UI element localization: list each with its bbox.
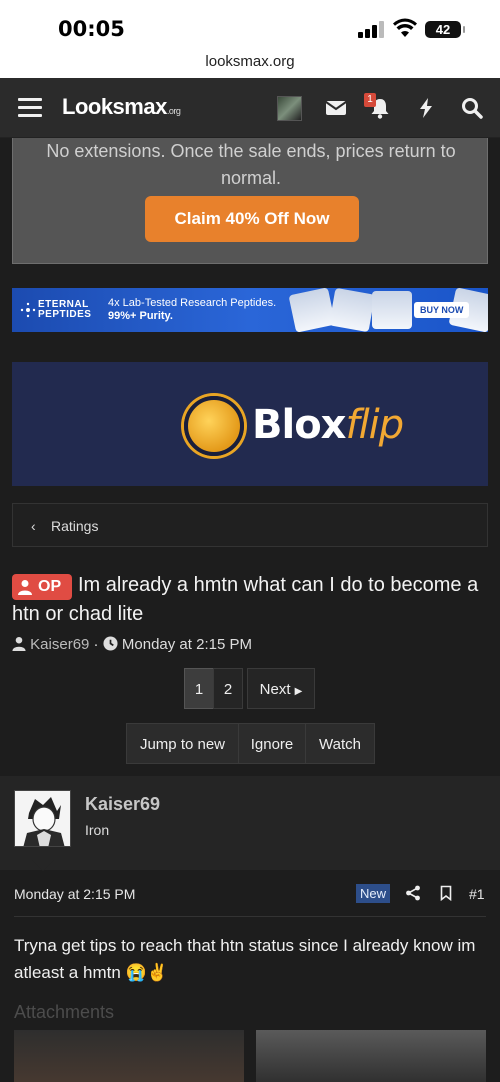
bloxflip-ad[interactable]: Bloxflip bbox=[12, 362, 488, 486]
post-user-block: Kaiser69 Iron bbox=[0, 776, 500, 870]
clock-icon bbox=[103, 636, 118, 651]
eternal-peptides-ad[interactable]: ETERNAL PEPTIDES 4x Lab-Tested Research P… bbox=[12, 288, 488, 332]
sale-text: No extensions. Once the sale ends, price… bbox=[46, 141, 456, 188]
claim-discount-button[interactable]: Claim 40% Off Now bbox=[145, 196, 359, 242]
wifi-icon bbox=[393, 18, 417, 37]
attachment-thumbnail[interactable] bbox=[256, 1030, 486, 1082]
buy-now-button[interactable]: BUY NOW bbox=[414, 302, 470, 318]
battery-icon: 42 bbox=[425, 21, 465, 38]
thread-author[interactable]: Kaiser69 bbox=[30, 636, 89, 653]
post-date[interactable]: Monday at 2:15 PM bbox=[14, 886, 135, 902]
attachments-heading: Attachments bbox=[14, 1002, 115, 1022]
user-icon bbox=[12, 636, 26, 651]
status-time: 00:05 bbox=[58, 17, 125, 41]
inbox-icon[interactable] bbox=[324, 96, 348, 120]
ignore-button[interactable]: Ignore bbox=[238, 723, 306, 764]
sparkle-icon bbox=[20, 302, 36, 318]
page-1-button[interactable]: 1 bbox=[184, 668, 214, 709]
thread-title: Im already a hmtn what can I do to becom… bbox=[12, 574, 479, 625]
product-bottle-image bbox=[288, 288, 336, 332]
post-user-rank: Iron bbox=[85, 822, 110, 838]
post-body: Tryna get tips to reach that htn status … bbox=[14, 936, 476, 982]
jump-to-new-button[interactable]: Jump to new bbox=[126, 723, 239, 764]
thread-date[interactable]: Monday at 2:15 PM bbox=[122, 636, 252, 653]
user-icon bbox=[18, 580, 32, 595]
page-2-button[interactable]: 2 bbox=[213, 668, 243, 709]
post-number[interactable]: #1 bbox=[469, 886, 485, 902]
breadcrumb-label: Ratings bbox=[51, 518, 99, 534]
top-navigation: Looksmax.org bbox=[0, 78, 500, 138]
bloxflip-logo-icon bbox=[184, 396, 244, 456]
bloxflip-wordmark: Bloxflip bbox=[252, 402, 404, 448]
chevron-left-icon: ‹ bbox=[31, 518, 36, 534]
sale-banner: No extensions. Once the sale ends, price… bbox=[12, 138, 488, 264]
post-arrow bbox=[32, 860, 54, 871]
product-bottle-image bbox=[329, 288, 375, 332]
site-logo[interactable]: Looksmax.org bbox=[62, 94, 181, 120]
user-avatar[interactable] bbox=[277, 96, 302, 121]
notification-badge: 1 bbox=[364, 93, 376, 107]
search-icon[interactable] bbox=[460, 96, 484, 120]
url-bar[interactable]: looksmax.org bbox=[0, 52, 500, 78]
watch-button[interactable]: Watch bbox=[305, 723, 375, 764]
ad-brand: ETERNAL PEPTIDES bbox=[38, 299, 92, 320]
new-badge: New bbox=[356, 884, 390, 903]
lightning-icon[interactable] bbox=[414, 96, 438, 120]
menu-icon[interactable] bbox=[18, 98, 42, 118]
bookmark-icon[interactable] bbox=[438, 885, 454, 901]
divider bbox=[14, 916, 486, 917]
attachment-thumbnail[interactable] bbox=[14, 1030, 244, 1082]
status-bar: 00:05 42 bbox=[0, 0, 500, 52]
next-page-button[interactable]: Next ▶ bbox=[247, 668, 315, 709]
post-username[interactable]: Kaiser69 bbox=[85, 794, 160, 815]
post-avatar[interactable] bbox=[14, 790, 71, 847]
share-icon[interactable] bbox=[405, 885, 421, 901]
thread-meta: Kaiser69 · Monday at 2:15 PM bbox=[12, 636, 252, 653]
product-bottle-image bbox=[372, 291, 412, 329]
ad-tagline: 4x Lab-Tested Research Peptides. 99%+ Pur… bbox=[108, 297, 277, 322]
breadcrumb[interactable]: ‹ Ratings bbox=[12, 503, 488, 547]
cellular-signal-icon bbox=[358, 21, 384, 38]
op-badge: OP bbox=[12, 574, 72, 600]
